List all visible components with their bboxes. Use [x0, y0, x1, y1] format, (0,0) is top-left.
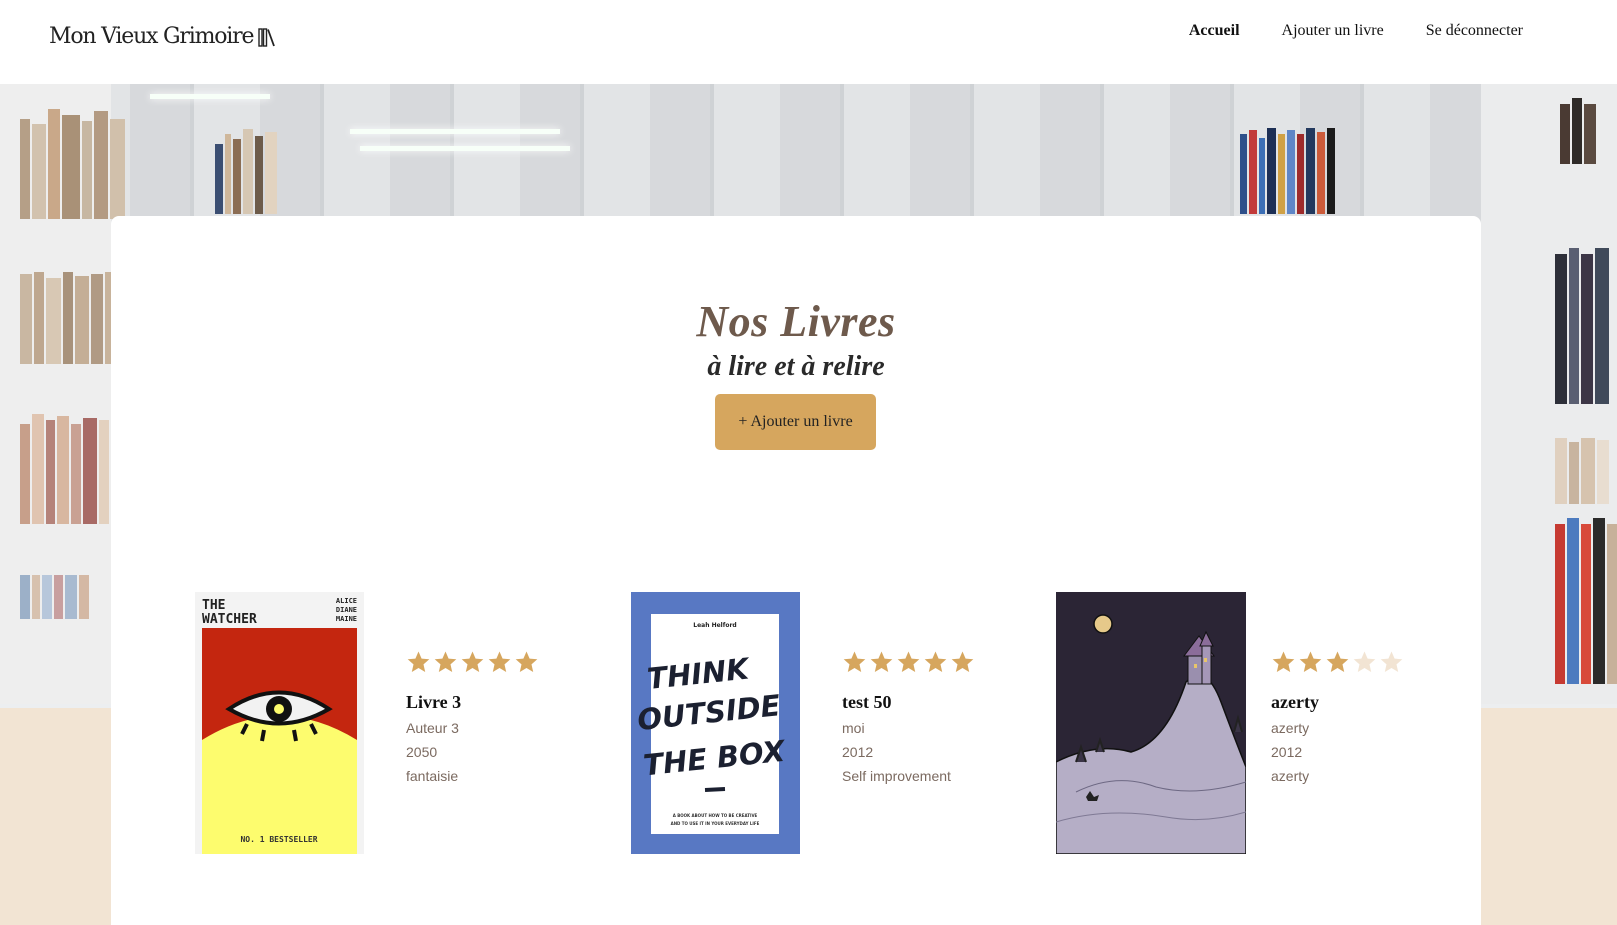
book-author: moi — [842, 720, 865, 736]
star-filled-icon — [1326, 651, 1349, 672]
cover-author-line-3: MAINE — [336, 615, 357, 623]
books-section-card: Nos Livres à lire et à relire + Ajouter … — [111, 216, 1481, 925]
books-icon — [258, 27, 276, 47]
star-filled-icon — [1272, 651, 1295, 672]
book-genre: fantaisie — [406, 768, 459, 784]
main-nav: Accueil Ajouter un livre Se déconnecter — [1189, 22, 1617, 40]
header: Mon Vieux Grimoire Accueil Ajouter un li… — [0, 0, 1617, 84]
cover-author: Leah Helford — [693, 622, 736, 629]
nav-accueil[interactable]: Accueil — [1189, 22, 1240, 40]
star-filled-icon — [924, 651, 947, 672]
book-cover-image[interactable]: THE WATCHER ALICE DIANE MAINE NO. 1 BEST… — [195, 592, 364, 854]
cover-small-line-1: A BOOK ABOUT HOW TO BE CREATIVE — [673, 813, 758, 818]
book-title[interactable]: azerty — [1271, 692, 1404, 713]
book-cover-image[interactable]: Leah Helford THINK OUTSIDE THE BOX A BOO… — [631, 592, 800, 854]
book-cover-image[interactable] — [1056, 592, 1246, 854]
book-info: Livre 3 Auteur 3 2050 fantaisie — [406, 650, 539, 785]
rating-stars — [842, 650, 975, 676]
star-filled-icon — [407, 651, 430, 672]
book-info: test 50 moi 2012 Self improvement — [842, 650, 975, 785]
rating-stars — [1271, 650, 1404, 676]
book-genre: Self improvement — [842, 768, 951, 784]
star-empty-icon — [1353, 651, 1376, 672]
nav-deconnecter[interactable]: Se déconnecter — [1426, 22, 1523, 40]
rating-stars — [406, 650, 539, 676]
add-book-button[interactable]: + Ajouter un livre — [715, 394, 876, 450]
cover-title-line-1: THE — [202, 598, 225, 613]
book-author: azerty — [1271, 720, 1310, 736]
book-year: 2050 — [406, 744, 438, 760]
star-filled-icon — [461, 651, 484, 672]
book-card-3[interactable]: azerty azerty 2012 azerty — [1056, 592, 1416, 854]
star-filled-icon — [897, 651, 920, 672]
star-filled-icon — [951, 651, 974, 672]
star-empty-icon — [1380, 651, 1403, 672]
cover-title-line-2: WATCHER — [202, 612, 257, 627]
cover-author-line-1: ALICE — [336, 597, 357, 605]
logo[interactable]: Mon Vieux Grimoire — [49, 24, 277, 49]
book-title[interactable]: Livre 3 — [406, 692, 539, 713]
logo-text: Mon Vieux Grimoire — [49, 24, 254, 49]
book-year: 2012 — [842, 744, 874, 760]
book-year: 2012 — [1271, 744, 1303, 760]
book-author: Auteur 3 — [406, 720, 459, 736]
book-card-2[interactable]: Leah Helford THINK OUTSIDE THE BOX A BOO… — [631, 592, 991, 854]
book-genre: azerty — [1271, 768, 1310, 784]
cover-bestseller-text: NO. 1 BESTSELLER — [240, 835, 317, 844]
book-card-1[interactable]: THE WATCHER ALICE DIANE MAINE NO. 1 BEST… — [195, 592, 555, 854]
star-filled-icon — [843, 651, 866, 672]
cover-author-line-2: DIANE — [336, 606, 357, 614]
star-filled-icon — [434, 651, 457, 672]
star-filled-icon — [870, 651, 893, 672]
star-filled-icon — [515, 651, 538, 672]
page-title: Nos Livres — [696, 297, 896, 346]
book-info: azerty azerty 2012 azerty — [1271, 650, 1404, 785]
nav-ajouter-livre[interactable]: Ajouter un livre — [1282, 22, 1384, 40]
cover-small-line-2: AND TO USE IT IN YOUR EVERYDAY LIFE — [671, 821, 760, 826]
star-filled-icon — [488, 651, 511, 672]
book-title[interactable]: test 50 — [842, 692, 975, 713]
page-subtitle: à lire et à relire — [707, 351, 885, 382]
star-filled-icon — [1299, 651, 1322, 672]
